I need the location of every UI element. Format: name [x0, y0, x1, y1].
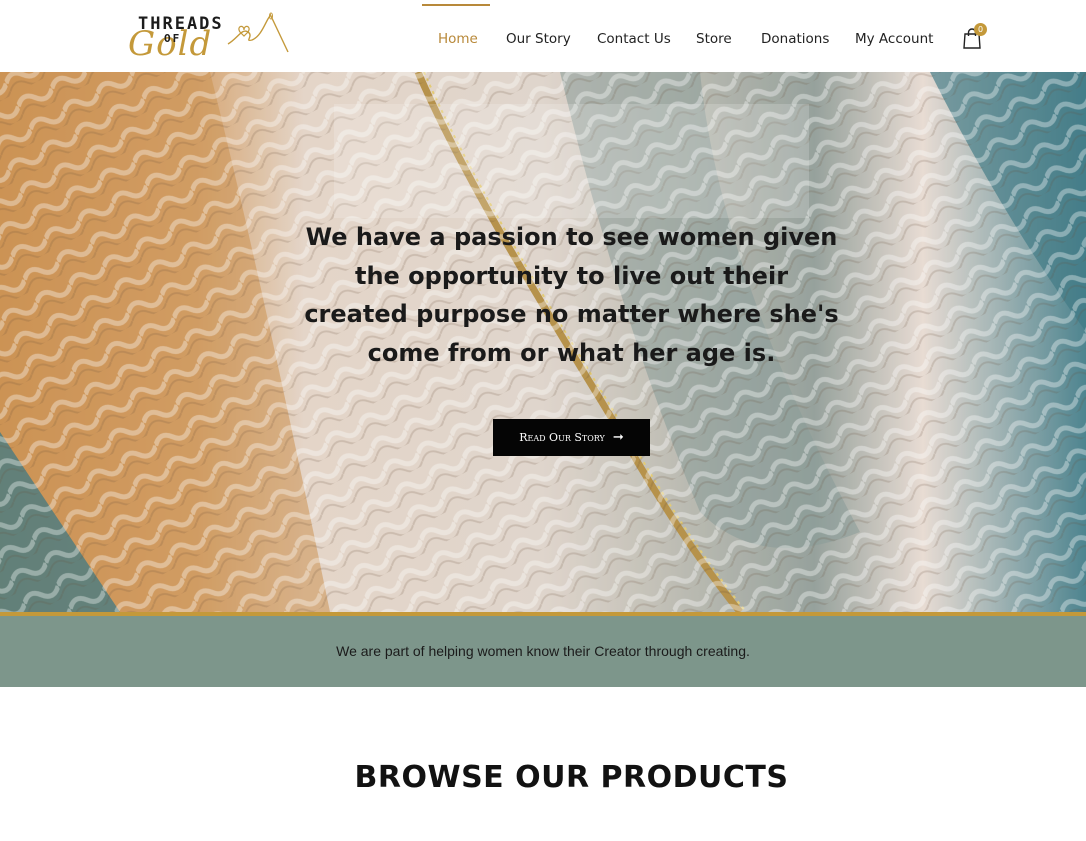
- nav-my-account[interactable]: My Account: [855, 31, 933, 47]
- read-our-story-label: Read Our Story: [519, 431, 605, 444]
- logo-line-2: OF: [164, 32, 182, 45]
- mission-band: We are part of helping women know their …: [0, 616, 1086, 687]
- browse-products-title: BROWSE OUR PRODUCTS: [354, 760, 789, 795]
- nav-home[interactable]: Home: [438, 31, 478, 47]
- site-logo[interactable]: Gold THREADS OF: [128, 10, 293, 68]
- mission-text: We are part of helping women know their …: [336, 643, 750, 659]
- active-nav-indicator: [422, 4, 490, 6]
- site-header: Gold THREADS OF Home Our Story Contact U…: [0, 0, 1086, 72]
- nav-our-story[interactable]: Our Story: [506, 31, 571, 47]
- hero-overlay-box: [334, 104, 809, 218]
- needle-thread-icon: [227, 12, 289, 53]
- nav-donations[interactable]: Donations: [761, 31, 829, 47]
- nav-contact-us[interactable]: Contact Us: [597, 31, 671, 47]
- arrow-right-icon: ➞: [612, 430, 624, 445]
- logo-line-1: THREADS: [138, 14, 224, 34]
- read-our-story-button[interactable]: Read Our Story ➞: [493, 419, 650, 456]
- hero-section: We have a passion to see women given the…: [0, 72, 1086, 612]
- nav-store[interactable]: Store: [696, 31, 732, 47]
- hero-heading: We have a passion to see women given the…: [304, 223, 839, 367]
- cart-count-badge: 0: [974, 23, 987, 36]
